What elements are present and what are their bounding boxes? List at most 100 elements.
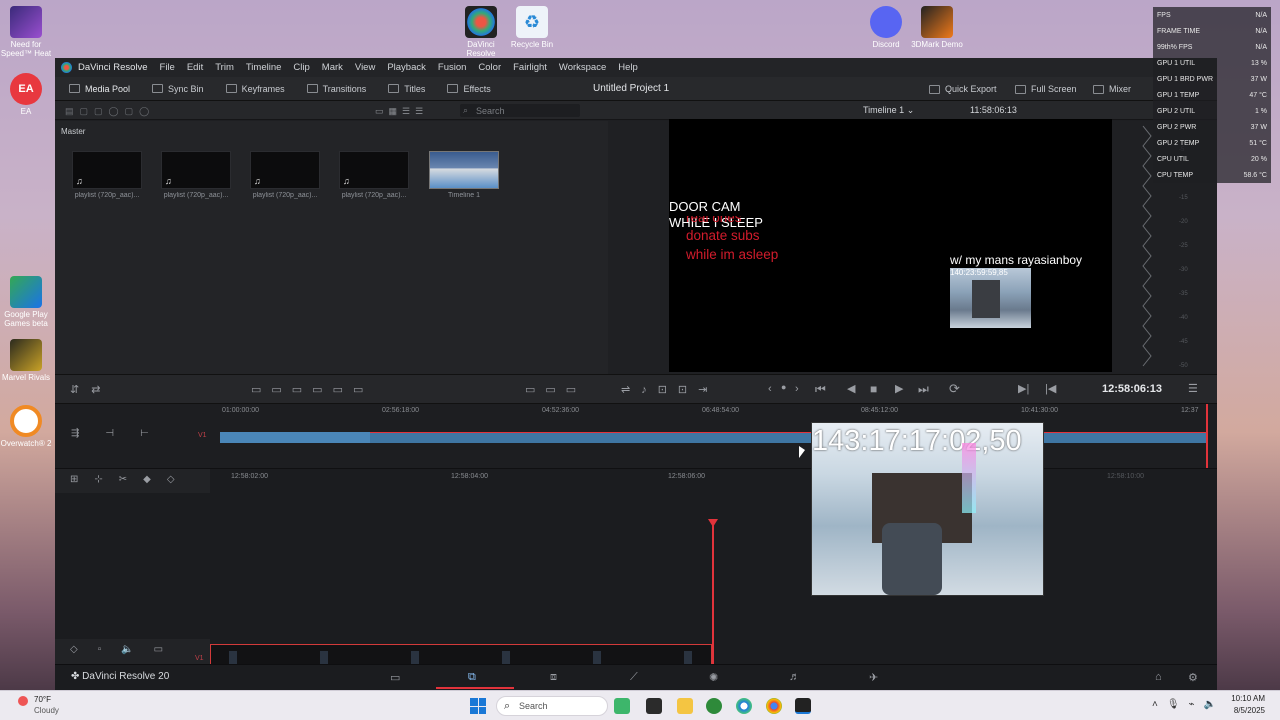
desktop-icon-nfs-heat[interactable]: Need for Speed™ Heat — [0, 6, 52, 58]
overlay-red-line-1: real ones — [686, 216, 742, 225]
page-media-icon[interactable]: ▭ — [390, 671, 400, 684]
hud-value: N/A — [1255, 43, 1267, 51]
keyframes-button[interactable]: Keyframes — [225, 84, 285, 94]
menu-playback[interactable]: Playback — [387, 62, 426, 73]
menu-mark[interactable]: Mark — [322, 62, 343, 73]
menu-edit[interactable]: Edit — [187, 62, 203, 73]
hud-label: FPS — [1157, 11, 1171, 19]
menu-fairlight[interactable]: Fairlight — [513, 62, 547, 73]
taskbar-search[interactable]: ⌕ Search — [496, 696, 608, 716]
chevron-left-icon[interactable]: ‹ — [768, 383, 772, 395]
system-tray-icons[interactable]: ˄🎙⌁🔈 — [1152, 699, 1225, 710]
media-clip[interactable]: ♫ playlist (720p_aac)... — [72, 151, 142, 199]
sync-bin-button[interactable]: Sync Bin — [152, 84, 204, 94]
taskbar-app-icon[interactable] — [646, 698, 662, 714]
upper-playhead[interactable] — [1206, 404, 1208, 468]
menu-workspace[interactable]: Workspace — [559, 62, 606, 73]
pip-timecode: 140:23:59:59,85 — [950, 268, 1008, 277]
desktop-icon-davinci[interactable]: DaVinci Resolve — [455, 6, 507, 58]
trim-tools[interactable]: ▭▭▭ — [525, 383, 586, 396]
effects-button[interactable]: Effects — [447, 84, 491, 94]
page-cut-icon[interactable]: ⧉ — [468, 671, 476, 684]
mixer-button[interactable]: Mixer — [1093, 84, 1131, 94]
menu-bar: File Edit Trim Timeline Clip Mark View P… — [160, 62, 650, 73]
stop-icon[interactable]: ■ — [870, 382, 877, 396]
desktop-icon-3dmark[interactable]: 3DMark Demo — [911, 6, 963, 49]
menu-color[interactable]: Color — [478, 62, 501, 73]
page-deliver-icon[interactable]: ✈ — [869, 671, 878, 684]
full-screen-label: Full Screen — [1031, 84, 1077, 94]
timeline-view-options[interactable]: ⇵⇄ — [70, 383, 112, 396]
media-pool-button[interactable]: Media Pool — [69, 84, 130, 94]
next-edit-icon[interactable]: ▶| — [1018, 382, 1029, 395]
desktop-icon-google-play-games[interactable]: Google Play Games beta — [0, 276, 52, 328]
chevron-right-icon[interactable]: › — [795, 383, 799, 395]
desktop-icon-overwatch[interactable]: Overwatch® 2 — [0, 405, 52, 448]
menu-fusion[interactable]: Fusion — [438, 62, 467, 73]
titles-button[interactable]: Titles — [388, 84, 425, 94]
meter-tick-label: -45 — [1179, 339, 1188, 345]
hud-label: GPU 1 UTIL — [1157, 59, 1196, 67]
timeline-tool-icons[interactable]: ⊞⊹✂◆◇ — [70, 474, 191, 485]
full-screen-button[interactable]: Full Screen — [1015, 84, 1077, 94]
view-mode-icons[interactable]: ▭▦☰☰ — [375, 106, 428, 117]
misc-tools[interactable]: ⇌♪⊡⊡⇥ — [621, 383, 718, 396]
timeline-selector[interactable]: Timeline 1 ⌄ — [863, 105, 914, 116]
upper-track-tools[interactable]: ⇶⊣⊢ — [71, 428, 175, 439]
page-fairlight-icon[interactable]: ♬ — [789, 671, 800, 683]
titles-icon — [388, 84, 400, 93]
timeline-clip[interactable]: Timeline 1 — [429, 151, 499, 199]
media-clip[interactable]: ♫ playlist (720p_aac)... — [161, 151, 231, 199]
home-icon[interactable]: ⌂ — [1155, 671, 1162, 683]
search-input[interactable]: ⌕ Search — [460, 104, 580, 117]
jog-dot-icon[interactable]: ● — [781, 382, 786, 392]
file-explorer-icon[interactable] — [677, 698, 693, 714]
desktop-icon-label: Discord — [872, 40, 900, 49]
media-clip[interactable]: ♫ playlist (720p_aac)... — [250, 151, 320, 199]
menu-timeline[interactable]: Timeline — [246, 62, 282, 73]
page-navigation-bar: ✤ DaVinci Resolve 20 ▭ ⧉ ⧈ ⟋ ✺ ♬ ✈ ⌂ ⚙ — [55, 664, 1217, 690]
chrome-icon[interactable] — [766, 698, 782, 714]
davinci-taskbar-icon[interactable] — [795, 698, 811, 714]
page-color-icon[interactable]: ✺ — [709, 671, 718, 684]
menu-clip[interactable]: Clip — [293, 62, 309, 73]
quick-export-button[interactable]: Quick Export — [929, 84, 997, 94]
viewer-frame[interactable]: DOOR CAM WHILE I SLEEP real ones donate … — [669, 119, 1112, 372]
desktop-icon-ea[interactable]: EA EA — [0, 73, 52, 116]
track-header-icons[interactable]: ◇▫🔈▭ — [70, 644, 183, 655]
desktop-icon-recycle-bin[interactable]: ♻ Recycle Bin — [506, 6, 558, 49]
skip-to-end-icon[interactable]: ⏭ — [918, 382, 929, 397]
upper-track-label: V1 — [198, 432, 207, 439]
upper-clip-main[interactable] — [370, 432, 1206, 443]
play-icon[interactable]: ▶ — [895, 382, 903, 395]
menu-help[interactable]: Help — [618, 62, 638, 73]
taskbar-app-icon[interactable] — [614, 698, 630, 714]
options-menu-icon[interactable]: ☰ — [1188, 382, 1198, 395]
edit-tools[interactable]: ▭▭▭▭▭▭ — [251, 383, 373, 396]
hud-value: 20 % — [1251, 155, 1267, 163]
windows-start-icon[interactable] — [470, 698, 486, 714]
page-fusion-icon[interactable]: ⟋ — [630, 671, 638, 684]
transitions-button[interactable]: Transitions — [306, 84, 366, 94]
skip-to-start-icon[interactable]: ⏮ — [815, 382, 826, 397]
xbox-icon[interactable] — [706, 698, 722, 714]
marvel-rivals-icon — [10, 339, 42, 371]
play-reverse-icon[interactable]: ◀ — [847, 382, 855, 395]
clock[interactable]: 10:10 AM 8/5/2025 — [1225, 694, 1265, 715]
prev-edit-icon[interactable]: |◀ — [1045, 382, 1056, 395]
settings-gear-icon[interactable]: ⚙ — [1188, 671, 1198, 684]
edge-icon[interactable] — [736, 698, 752, 714]
media-pool-tools[interactable]: ▤▢▢◯▢◯ — [65, 106, 155, 117]
menu-file[interactable]: File — [160, 62, 175, 73]
loop-icon[interactable]: ⟳ — [949, 381, 960, 397]
page-edit-icon[interactable]: ⧈ — [550, 671, 557, 684]
upper-clip-selected[interactable] — [220, 432, 370, 443]
desktop-icon-marvel-rivals[interactable]: Marvel Rivals — [0, 339, 52, 382]
menu-view[interactable]: View — [355, 62, 375, 73]
hud-row: GPU 2 UTIL 1 % — [1153, 103, 1271, 119]
playhead-handle-icon[interactable] — [708, 519, 718, 527]
menu-trim[interactable]: Trim — [215, 62, 234, 73]
media-clip[interactable]: ♫ playlist (720p_aac)... — [339, 151, 409, 199]
pip-chair — [972, 280, 1000, 318]
desktop-icon-discord[interactable]: Discord — [860, 6, 912, 49]
